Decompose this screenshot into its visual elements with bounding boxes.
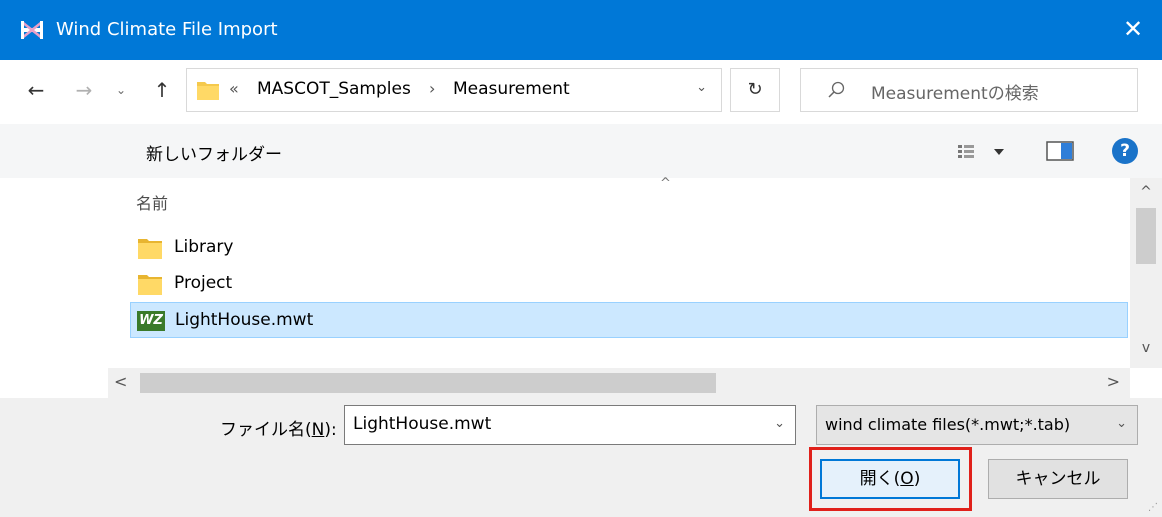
title-bar: Wind Climate File Import ✕ [0,0,1162,60]
file-import-dialog: Wind Climate File Import ✕ ← → ⌄ ↑ « MAS… [0,0,1162,517]
open-button[interactable]: 開く(O) [820,459,960,499]
search-icon [828,81,845,98]
sort-ascending-icon: ^ [660,176,671,191]
breadcrumb-overflow-chevron[interactable]: « [229,79,239,98]
search-input[interactable]: Measurementの検索 [871,79,1039,104]
folder-icon [138,275,162,295]
address-dropdown-icon[interactable]: ⌄ [696,80,707,95]
filename-label: ファイル名(N): [220,420,337,440]
breadcrumb-mascot-samples[interactable]: MASCOT_Samples [257,79,411,99]
scroll-down-icon[interactable]: v [1130,340,1162,356]
list-item-selected[interactable]: WZ LightHouse.mwt [130,302,1128,338]
new-folder-button[interactable]: 新しいフォルダー [146,140,282,165]
list-item[interactable]: Library [130,230,1128,266]
refresh-button[interactable]: ↻ [730,68,780,112]
file-type-value: wind climate files(*.mwt;*.tab) [825,415,1071,434]
close-button[interactable]: ✕ [1104,0,1162,60]
resize-grip-icon[interactable]: ⋰ [1148,502,1158,513]
list-item-label: Library [174,237,234,257]
filename-input[interactable]: LightHouse.mwt [353,414,491,434]
scroll-left-icon[interactable]: < [114,372,127,391]
chevron-down-icon[interactable]: ⌄ [774,416,785,431]
address-bar[interactable]: « MASCOT_Samples › Measurement ⌄ [186,68,722,112]
file-type-select[interactable]: wind climate files(*.mwt;*.tab) ⌄ [816,405,1138,445]
folder-icon [138,239,162,259]
forward-arrow-icon[interactable]: → [70,74,98,106]
horizontal-scroll-thumb[interactable] [140,373,716,393]
command-toolbar: 新しいフォルダー ? [0,124,1162,178]
back-arrow-icon[interactable]: ← [22,74,50,106]
vertical-scrollbar[interactable]: ^ v [1130,178,1162,368]
list-item-label: LightHouse.mwt [175,310,314,330]
list-item-label: Project [174,273,233,293]
folder-icon [197,82,219,100]
scroll-up-icon[interactable]: ^ [1130,184,1162,200]
scroll-right-icon[interactable]: > [1107,372,1120,391]
help-icon[interactable]: ? [1112,138,1138,164]
search-box[interactable]: Measurementの検索 [800,68,1138,112]
recent-locations-chevron-icon[interactable]: ⌄ [110,74,132,106]
column-header-name[interactable]: 名前 [136,190,168,214]
vertical-scroll-thumb[interactable] [1136,208,1156,264]
breadcrumb-measurement[interactable]: Measurement [453,79,570,99]
preview-pane-icon[interactable] [1046,139,1074,163]
wind-climate-file-icon: WZ [137,311,165,331]
file-list: ^ 名前 Library Project WZ LightHouse.mwt ^… [0,176,1162,398]
up-arrow-icon[interactable]: ↑ [148,74,176,106]
list-item[interactable]: Project [130,266,1128,302]
window-title: Wind Climate File Import [56,19,278,40]
chevron-down-icon[interactable]: ⌄ [1116,416,1127,431]
breadcrumb-separator-icon[interactable]: › [429,79,435,98]
view-options-icon[interactable] [956,141,1016,163]
cancel-button[interactable]: キャンセル [988,459,1128,499]
horizontal-scrollbar[interactable]: < > [108,368,1130,398]
app-icon [21,21,43,39]
filename-combobox[interactable]: LightHouse.mwt ⌄ [344,405,796,445]
